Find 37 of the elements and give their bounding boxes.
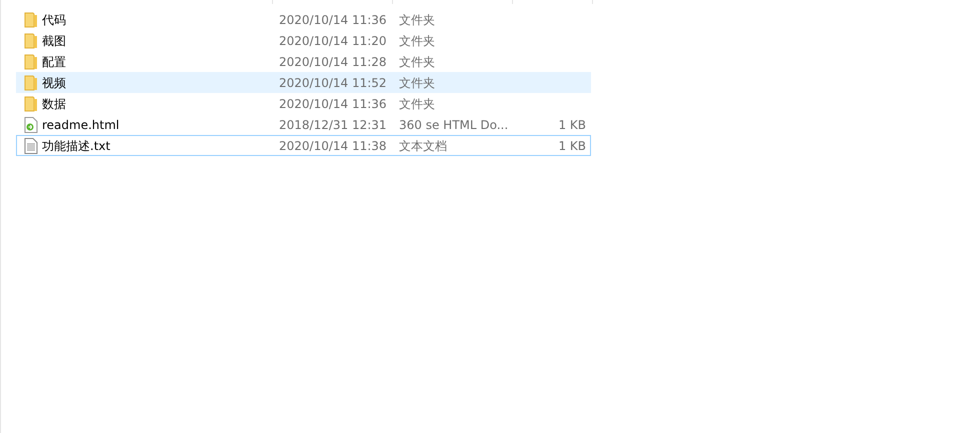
folder-icon bbox=[24, 74, 38, 90]
document-icon bbox=[24, 138, 38, 154]
file-type: 文本文档 bbox=[399, 138, 448, 154]
modified-date: 2020/10/14 11:36 bbox=[279, 12, 388, 28]
file-name: 配置 bbox=[41, 54, 67, 70]
file-row[interactable]: 代码 2020/10/14 11:36 文件夹 bbox=[16, 9, 591, 30]
file-name: 截图 bbox=[41, 32, 67, 50]
modified-date: 2020/10/14 11:52 bbox=[279, 74, 388, 92]
file-row[interactable]: readme.html 2018/12/31 12:31 360 se HTML Do... 1 KB bbox=[16, 114, 591, 135]
file-name: 代码 bbox=[41, 12, 67, 28]
file-type: 文件夹 bbox=[399, 54, 436, 70]
file-type: 文件夹 bbox=[399, 74, 436, 92]
file-type: 360 se HTML Do... bbox=[399, 116, 510, 134]
file-row[interactable]: 视频 2020/10/14 11:52 文件夹 bbox=[16, 72, 591, 93]
file-row[interactable]: 截图 2020/10/14 11:20 文件夹 bbox=[16, 30, 591, 51]
file-type: 文件夹 bbox=[399, 96, 436, 112]
file-type: 文件夹 bbox=[399, 12, 436, 28]
file-name: 数据 bbox=[41, 96, 67, 112]
folder-icon bbox=[24, 54, 38, 70]
modified-date: 2020/10/14 11:36 bbox=[279, 96, 388, 112]
file-name: 视频 bbox=[41, 74, 67, 92]
modified-date: 2020/10/14 11:28 bbox=[279, 54, 388, 70]
file-row[interactable]: 配置 2020/10/14 11:28 文件夹 bbox=[16, 51, 591, 72]
modified-date: 2020/10/14 11:38 bbox=[279, 138, 388, 154]
folder-icon bbox=[24, 96, 38, 112]
modified-date: 2020/10/14 11:20 bbox=[279, 32, 388, 50]
file-name: 功能描述.txt bbox=[41, 138, 112, 154]
file-type: 文件夹 bbox=[399, 32, 436, 50]
file-size: 1 KB bbox=[558, 138, 586, 154]
folder-icon bbox=[24, 12, 38, 28]
web-page-icon bbox=[24, 116, 38, 132]
modified-date: 2018/12/31 12:31 bbox=[279, 116, 388, 134]
folder-icon bbox=[24, 32, 38, 48]
file-name: readme.html bbox=[41, 116, 120, 134]
file-size: 1 KB bbox=[558, 116, 586, 134]
file-row[interactable]: 功能描述.txt 2020/10/14 11:38 文本文档 1 KB bbox=[16, 135, 591, 156]
file-row[interactable]: 数据 2020/10/14 11:36 文件夹 bbox=[16, 93, 591, 114]
